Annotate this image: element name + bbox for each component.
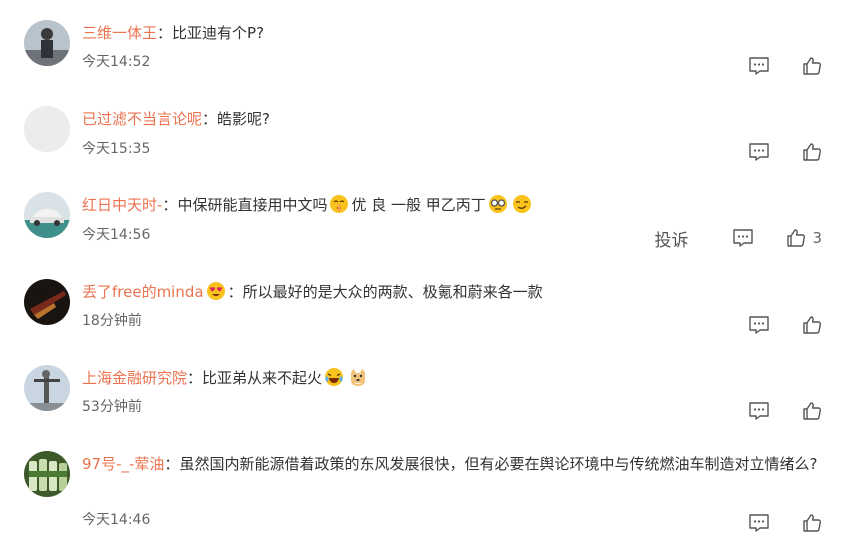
comment-text: 比亚迪有个P? <box>172 24 265 42</box>
laughing-tears-emoji <box>324 367 344 387</box>
avatar[interactable] <box>24 106 70 152</box>
report-button[interactable]: 投诉 <box>654 226 688 251</box>
comment-actions: 投诉 3 <box>654 226 822 251</box>
timestamp: 今天14:46 <box>82 512 151 528</box>
like-button[interactable] <box>802 513 822 533</box>
comment-actions <box>716 511 822 535</box>
avatar[interactable] <box>24 279 70 325</box>
comment-icon <box>733 229 754 247</box>
heart-eyes-emoji <box>206 281 226 301</box>
like-button[interactable]: 3 <box>786 228 822 248</box>
timestamp: 18分钟前 <box>82 313 142 329</box>
like-button[interactable] <box>802 56 822 76</box>
timestamp: 今天15:35 <box>82 141 151 157</box>
comment-line: 上海金融研究院：比亚弟从来不起火 <box>82 366 822 390</box>
comment-text-rating: 优 良 一般 甲乙丙丁 <box>351 196 486 214</box>
comment-icon <box>749 514 769 532</box>
separator: ： <box>187 369 203 387</box>
smirk-face-emoji <box>512 194 532 214</box>
comment-line: 已过滤不当言论呢：皓影呢? <box>82 107 822 131</box>
avatar-image <box>24 106 70 152</box>
separator: ： <box>202 110 218 128</box>
separator: ： <box>227 283 243 301</box>
like-button[interactable] <box>802 142 822 162</box>
comment-text: 虽然国内新能源借着政策的东风发展很快，但有必要在舆论环境中与传统燃油车制造对立情… <box>179 455 818 473</box>
comment-line: 三维一体王：比亚迪有个P? <box>82 21 822 45</box>
reply-button[interactable] <box>748 513 770 533</box>
thumbs-up-icon <box>787 229 806 247</box>
username-link[interactable]: 三维一体王 <box>82 24 157 42</box>
separator: ： <box>157 24 173 42</box>
avatar[interactable] <box>24 192 70 238</box>
timestamp: 今天14:52 <box>82 54 151 70</box>
goggle-face-emoji <box>488 194 508 214</box>
reply-button[interactable] <box>732 228 754 248</box>
like-count: 3 <box>812 229 822 247</box>
comment-actions <box>716 54 822 78</box>
comment-list: 三维一体王：比亚迪有个P? 今天14:52 已过滤不当言论呢：皓影呢? 今天15… <box>0 0 852 550</box>
shushing-face-emoji <box>329 194 349 214</box>
timestamp: 53分钟前 <box>82 399 142 415</box>
username-link[interactable]: 已过滤不当言论呢 <box>82 110 202 128</box>
username-link[interactable]: 97号-_-荤油 <box>82 455 164 473</box>
username-link[interactable]: 上海金融研究院 <box>82 369 187 387</box>
comment-icon <box>749 316 769 334</box>
thumbs-up-icon <box>803 402 822 420</box>
avatar-image <box>24 20 70 66</box>
comment-actions <box>716 140 822 164</box>
like-button[interactable] <box>802 315 822 335</box>
avatar[interactable] <box>24 20 70 66</box>
comment-icon <box>749 402 769 420</box>
avatar[interactable] <box>24 365 70 411</box>
comment-actions <box>716 313 822 337</box>
thumbs-up-icon <box>803 57 822 75</box>
separator: ： <box>162 196 178 214</box>
avatar-image <box>24 365 70 411</box>
comment-text: 皓影呢? <box>217 110 270 128</box>
thumbs-up-icon <box>803 316 822 334</box>
thumbs-up-icon <box>803 143 822 161</box>
comment-icon <box>749 143 769 161</box>
comment-text: 所以最好的是大众的两款、极氪和蔚来各一款 <box>242 283 543 301</box>
like-button[interactable] <box>802 401 822 421</box>
timestamp: 今天14:56 <box>82 227 151 243</box>
reply-button[interactable] <box>748 142 770 162</box>
separator: ： <box>164 455 180 473</box>
username-link[interactable]: 红日中天时- <box>82 196 162 214</box>
comment-line: 97号-_-荤油：虽然国内新能源借着政策的东风发展很快，但有必要在舆论环境中与传… <box>82 452 820 476</box>
comment-icon <box>749 57 769 75</box>
username-link[interactable]: 丢了free的minda <box>82 283 204 301</box>
reply-button[interactable] <box>748 56 770 76</box>
avatar[interactable] <box>24 451 70 497</box>
reply-button[interactable] <box>748 401 770 421</box>
comment-text: 比亚弟从来不起火 <box>202 369 323 387</box>
comment-line: 丢了free的minda ：所以最好的是大众的两款、极氪和蔚来各一款 <box>82 280 822 304</box>
doge-emoji <box>348 367 368 387</box>
reply-button[interactable] <box>748 315 770 335</box>
comment-actions <box>716 399 822 423</box>
avatar-image <box>24 279 70 325</box>
thumbs-up-icon <box>803 514 822 532</box>
comment-text: 中保研能直接用中文吗 <box>177 196 328 214</box>
comment-line: 红日中天时-：中保研能直接用中文吗 优 良 一般 甲乙丙丁 <box>82 193 822 217</box>
avatar-image <box>24 192 70 238</box>
avatar-image <box>24 451 70 497</box>
